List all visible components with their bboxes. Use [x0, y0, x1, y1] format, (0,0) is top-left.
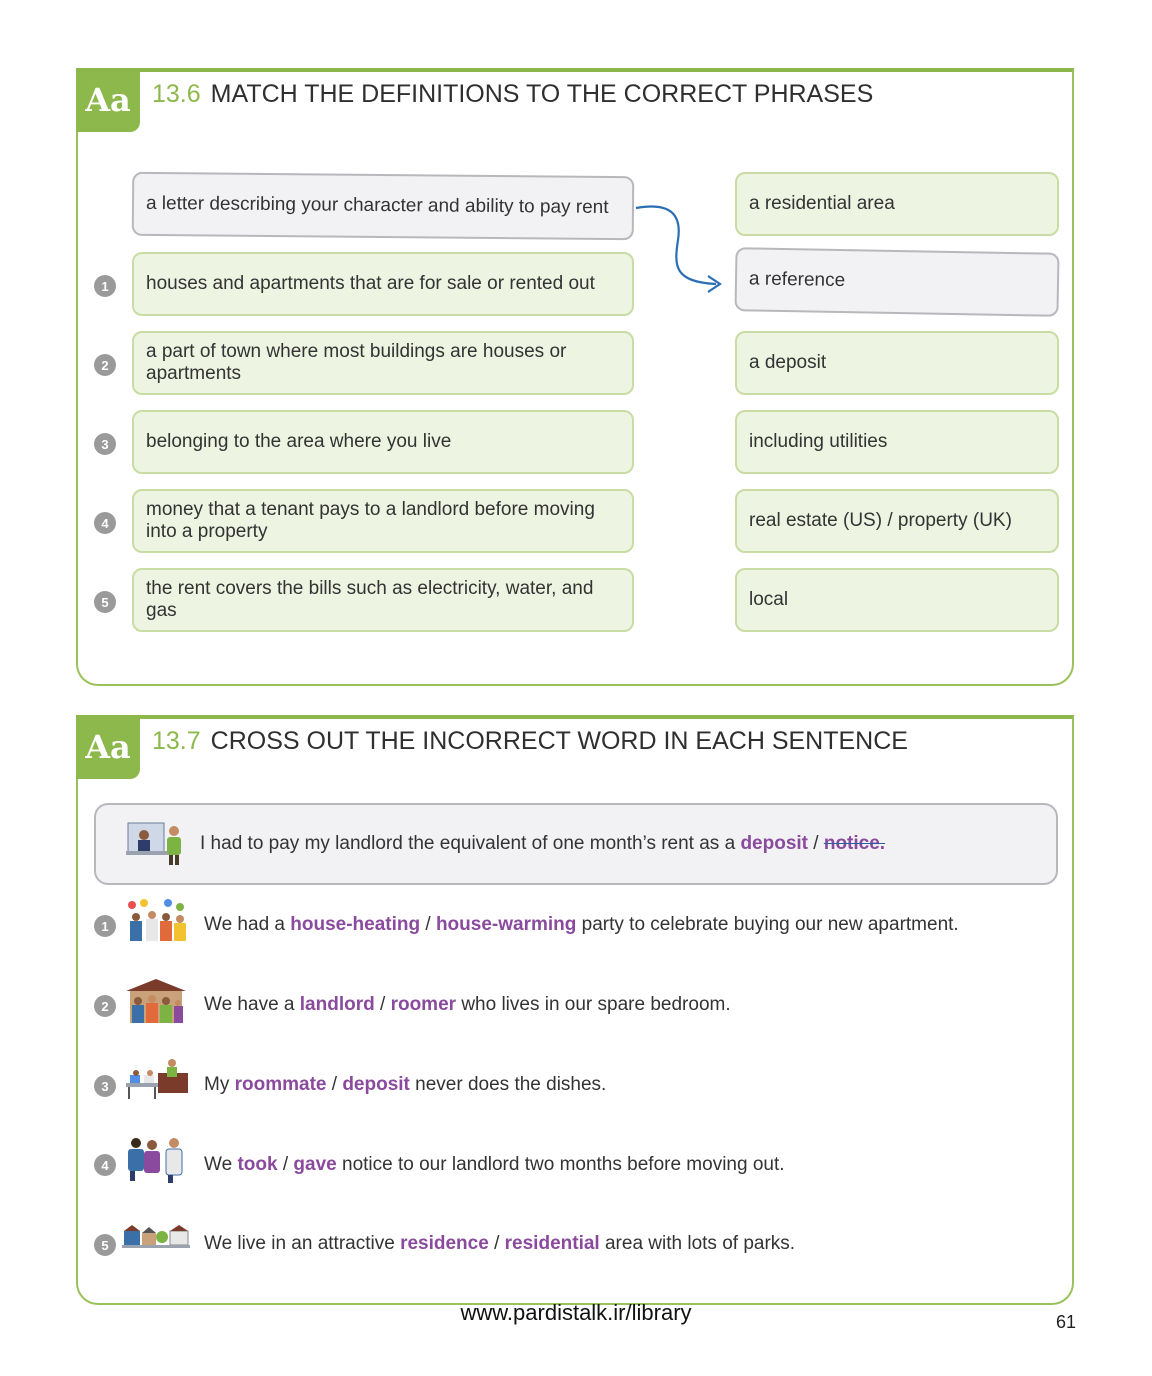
sentence-4: We took / gave notice to our landlord tw… — [204, 1154, 785, 1176]
sentence-text: My — [204, 1074, 230, 1095]
phrase-box-3[interactable]: including utilities — [735, 410, 1059, 474]
option-separator: / — [331, 1074, 338, 1095]
sentence-5: We live in an attractive residence / res… — [204, 1233, 795, 1255]
phrase-text-4: real estate (US) / property (UK) — [749, 510, 1012, 531]
option-separator: / — [813, 833, 819, 854]
option-2[interactable]: roomer — [391, 994, 456, 1015]
item-number-1: 1 — [94, 275, 116, 297]
definition-text-2: a part of town where most buildings are … — [146, 341, 567, 384]
exercise-heading: CROSS OUT THE INCORRECT WORD IN EACH SEN… — [210, 727, 908, 755]
definition-text-1: houses and apartments that are for sale … — [146, 273, 595, 294]
definition-text-4: money that a tenant pays to a landlord b… — [146, 499, 595, 542]
exercise-title: 13.7 CROSS OUT THE INCORRECT WORD IN EACH… — [152, 727, 908, 756]
option-1[interactable]: residence — [400, 1233, 489, 1254]
definition-box-2[interactable]: a part of town where most buildings are … — [132, 331, 634, 395]
example-definition-box: a letter describing your character and a… — [131, 171, 635, 241]
phrase-box-2[interactable]: a deposit — [735, 331, 1059, 395]
item-number-3: 3 — [94, 433, 116, 455]
item-number-4: 4 — [94, 1154, 116, 1176]
aa-badge: Aa — [76, 68, 140, 132]
exercise-number: 13.7 — [152, 727, 201, 755]
sentence-text: I had to pay my landlord the equivalent … — [200, 833, 736, 854]
sentence-text: area with lots of parks. — [604, 1233, 796, 1254]
example-sentence-box: I had to pay my landlord the equivalent … — [94, 803, 1058, 885]
exercise-number: 13.6 — [152, 80, 201, 108]
phrase-text-1: a residential area — [749, 193, 895, 214]
item-number-2: 2 — [94, 995, 116, 1017]
option-1[interactable]: landlord — [300, 994, 375, 1015]
sentence-text: notice to our landlord two months before… — [342, 1154, 785, 1175]
option-correct[interactable]: deposit — [740, 833, 808, 854]
item-number-5: 5 — [94, 591, 116, 613]
sentence-text: We have a — [204, 994, 295, 1015]
item-number-5: 5 — [94, 1234, 116, 1256]
definition-box-1[interactable]: houses and apartments that are for sale … — [132, 252, 634, 316]
option-separator: / — [380, 994, 386, 1015]
item-number-4: 4 — [94, 512, 116, 534]
sentence-3: My roommate / deposit never does the dis… — [204, 1074, 606, 1096]
street-houses-icon — [122, 1225, 190, 1248]
item-number-2: 2 — [94, 354, 116, 376]
party-icon — [128, 899, 186, 941]
aa-badge: Aa — [76, 715, 140, 779]
landlord-desk-icon — [126, 822, 181, 865]
item-number-1: 1 — [94, 915, 116, 937]
example-sentence: I had to pay my landlord the equivalent … — [200, 833, 885, 855]
option-2[interactable]: residential — [505, 1233, 600, 1254]
sentence-text: never does the dishes. — [415, 1074, 607, 1095]
phrase-text-5: local — [749, 589, 789, 610]
option-2[interactable]: gave — [293, 1154, 336, 1175]
item-number-3: 3 — [94, 1075, 116, 1097]
option-2[interactable]: house-warming — [436, 914, 576, 935]
phrase-text-2: a deposit — [749, 352, 827, 373]
match-arrow-icon — [635, 205, 722, 293]
sentence-text: who lives in our spare bedroom. — [461, 994, 731, 1015]
phrase-box-1[interactable]: a residential area — [735, 172, 1059, 236]
sentence-text: We live in an attractive — [204, 1233, 395, 1254]
sentence-text: We — [204, 1154, 233, 1175]
option-2[interactable]: deposit — [342, 1074, 410, 1095]
exercise-title: 13.6 MATCH THE DEFINITIONS TO THE CORRECT… — [152, 80, 873, 109]
definition-box-3[interactable]: belonging to the area where you live — [132, 410, 634, 474]
definition-box-5[interactable]: the rent covers the bills such as electr… — [132, 568, 634, 632]
family-house-icon — [126, 979, 186, 1023]
sentence-1: We had a house-heating / house-warming p… — [204, 914, 959, 936]
exercise-13-6-panel: Aa 13.6 MATCH THE DEFINITIONS TO THE CORR… — [76, 68, 1074, 686]
phrase-box-5[interactable]: local — [735, 568, 1059, 632]
definition-text-5: the rent covers the bills such as electr… — [146, 578, 594, 621]
definition-text-3: belonging to the area where you live — [146, 431, 452, 452]
phrase-box-4[interactable]: real estate (US) / property (UK) — [735, 489, 1059, 553]
page-number: 61 — [1055, 1312, 1076, 1332]
people-talking-icon — [128, 1138, 183, 1183]
option-separator: / — [494, 1233, 500, 1254]
sentence-text: party to celebrate buying our new apartm… — [581, 914, 959, 935]
phrase-text-3: including utilities — [749, 431, 888, 452]
roommates-kitchen-icon — [126, 1059, 188, 1099]
example-definition-text: a letter describing your character and a… — [145, 192, 609, 218]
option-1[interactable]: house-heating — [290, 914, 420, 935]
exercise-heading: MATCH THE DEFINITIONS TO THE CORRECT PHR… — [210, 80, 874, 108]
option-separator: / — [425, 914, 431, 935]
option-crossed-out[interactable]: notice. — [824, 833, 885, 854]
example-answer-box: a reference — [734, 247, 1060, 317]
sentence-text: We had a — [204, 914, 285, 935]
option-1[interactable]: took — [237, 1154, 277, 1175]
option-separator: / — [282, 1154, 289, 1175]
example-answer-text: a reference — [748, 268, 846, 292]
definition-box-4[interactable]: money that a tenant pays to a landlord b… — [132, 489, 634, 553]
footer-url[interactable]: www.pardistalk.ir/library — [0, 1300, 1152, 1326]
option-1[interactable]: roommate — [235, 1074, 327, 1095]
sentence-2: We have a landlord / roomer who lives in… — [204, 994, 731, 1016]
exercise-13-7-panel: Aa 13.7 CROSS OUT THE INCORRECT WORD IN E… — [76, 715, 1074, 1305]
